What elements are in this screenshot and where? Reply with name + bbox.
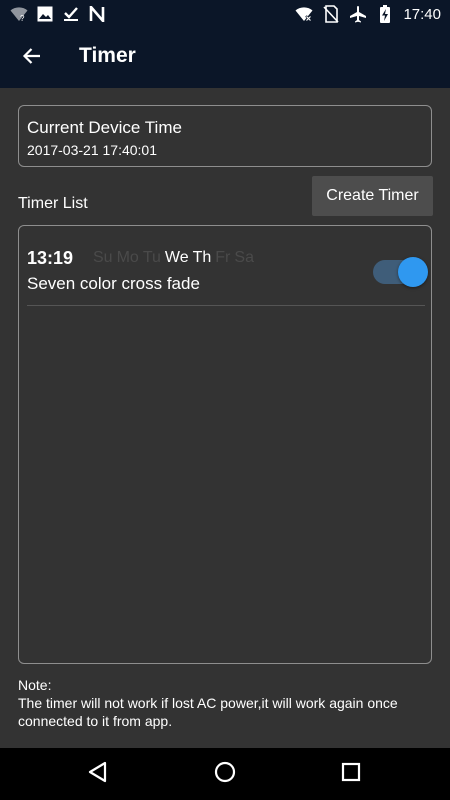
wifi-question-icon: ? (10, 5, 28, 23)
wifi-x-icon (295, 5, 313, 23)
arrow-left-icon (22, 46, 42, 71)
day-friday: Fr (215, 249, 231, 266)
nav-recents-button[interactable] (335, 758, 367, 790)
timer-list-item[interactable]: 13:19 Su Mo Tu We Th Fr Sa Seven color c… (27, 234, 428, 306)
toggle-knob (398, 257, 428, 287)
back-triangle-icon (87, 761, 109, 788)
timer-enable-toggle[interactable] (373, 254, 428, 290)
no-sim-icon (322, 5, 340, 23)
device-time-value: 2017-03-21 17:40:01 (27, 142, 157, 158)
day-sunday: Su (93, 249, 113, 266)
timer-days: Su Mo Tu We Th Fr Sa (93, 249, 254, 267)
battery-charging-icon (376, 5, 394, 23)
back-button[interactable] (14, 40, 50, 76)
status-bar-notifications: ? (10, 4, 106, 24)
day-monday: Mo (116, 249, 139, 266)
status-bar-system: 17:40 (295, 4, 441, 24)
app-bar: Timer (0, 28, 450, 88)
day-saturday: Sa (234, 249, 254, 266)
create-timer-button[interactable]: Create Timer (312, 176, 433, 216)
n-icon (88, 5, 106, 23)
day-tuesday: Tu (142, 249, 161, 266)
note-title: Note: (18, 677, 52, 693)
day-thursday: Th (192, 249, 212, 266)
device-time-card: Current Device Time 2017-03-21 17:40:01 (18, 105, 432, 167)
status-bar: ? 17:40 (0, 0, 450, 28)
status-time: 17:40 (403, 5, 441, 23)
day-wednesday: We (164, 249, 189, 266)
note-text: The timer will not work if lost AC power… (18, 695, 398, 729)
timer-list-label: Timer List (18, 195, 88, 212)
timer-mode: Seven color cross fade (27, 274, 200, 293)
recents-square-icon (341, 762, 361, 787)
note: Note: The timer will not work if lost AC… (18, 676, 438, 730)
airplane-icon (349, 5, 367, 23)
timer-time: 13:19 (27, 248, 74, 268)
image-icon (36, 5, 54, 23)
timer-list: 13:19 Su Mo Tu We Th Fr Sa Seven color c… (18, 225, 432, 664)
download-check-icon (62, 5, 80, 23)
system-nav-bar (0, 748, 450, 800)
page-title: Timer (79, 44, 136, 67)
device-time-label: Current Device Time (27, 118, 182, 137)
svg-text:?: ? (20, 14, 25, 22)
nav-back-button[interactable] (82, 758, 114, 790)
home-circle-icon (214, 761, 236, 788)
nav-home-button[interactable] (209, 758, 241, 790)
